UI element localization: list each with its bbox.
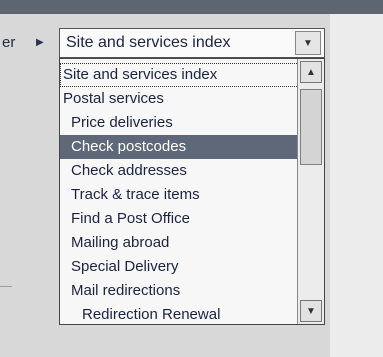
option-special-delivery[interactable]: Special Delivery: [60, 255, 307, 279]
scroll-up-icon[interactable]: ▲: [300, 61, 322, 83]
option-check-postcodes[interactable]: Check postcodes: [60, 135, 307, 159]
select-current-value: Site and services index: [66, 34, 231, 51]
right-triangle-icon: ▶: [36, 37, 44, 48]
option-check-addresses[interactable]: Check addresses: [60, 159, 307, 183]
option-mail-redirections[interactable]: Mail redirections: [60, 279, 307, 303]
scroll-down-icon[interactable]: ▼: [300, 300, 322, 322]
option-site-and-services-index[interactable]: Site and services index: [60, 63, 299, 87]
dropdown-list[interactable]: Site and services index Postal services …: [59, 58, 325, 325]
dropdown-scrollbar[interactable]: ▲ ▼: [297, 59, 324, 324]
chevron-down-icon[interactable]: ▼: [295, 31, 321, 55]
option-postal-services[interactable]: Postal services: [60, 87, 299, 111]
left-nav-label[interactable]: er: [2, 34, 15, 51]
option-track-trace-items[interactable]: Track & trace items: [60, 183, 307, 207]
option-price-deliveries[interactable]: Price deliveries: [60, 111, 307, 135]
divider-line: [0, 286, 12, 287]
option-redirection-renewal[interactable]: Redirection Renewal: [60, 303, 318, 327]
top-strip: [0, 0, 383, 14]
option-find-a-post-office[interactable]: Find a Post Office: [60, 207, 307, 231]
site-index-select[interactable]: Site and services index ▼: [59, 28, 325, 58]
scrollbar-thumb[interactable]: [300, 89, 322, 165]
option-mailing-abroad[interactable]: Mailing abroad: [60, 231, 307, 255]
right-panel: [330, 14, 383, 357]
